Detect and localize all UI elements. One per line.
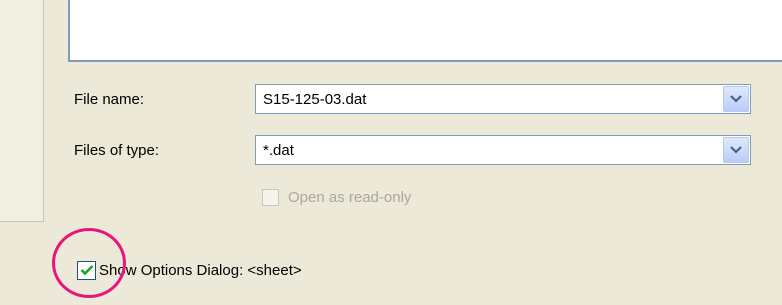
open-readonly-checkbox xyxy=(262,188,279,206)
show-options-label[interactable]: Show Options Dialog: <sheet> xyxy=(99,262,302,279)
check-icon xyxy=(80,265,93,276)
open-readonly-label: Open as read-only xyxy=(288,188,412,206)
files-of-type-combobox[interactable]: *.dat xyxy=(255,135,751,165)
chevron-down-icon xyxy=(730,146,742,154)
file-name-label: File name: xyxy=(74,91,145,108)
chevron-down-icon xyxy=(730,95,742,103)
file-list-view[interactable] xyxy=(68,0,782,62)
show-options-option[interactable]: Show Options Dialog: <sheet> xyxy=(77,259,302,281)
files-of-type-label: Files of type: xyxy=(74,142,160,159)
file-name-combobox[interactable]: S15-125-03.dat xyxy=(255,84,751,114)
file-name-dropdown-button[interactable] xyxy=(723,86,749,112)
show-options-checkbox[interactable] xyxy=(77,260,96,280)
files-of-type-dropdown-button[interactable] xyxy=(723,137,749,163)
file-name-value[interactable]: S15-125-03.dat xyxy=(263,91,366,108)
files-of-type-value: *.dat xyxy=(263,142,294,159)
places-bar xyxy=(0,0,44,222)
open-readonly-option: Open as read-only xyxy=(262,187,411,207)
